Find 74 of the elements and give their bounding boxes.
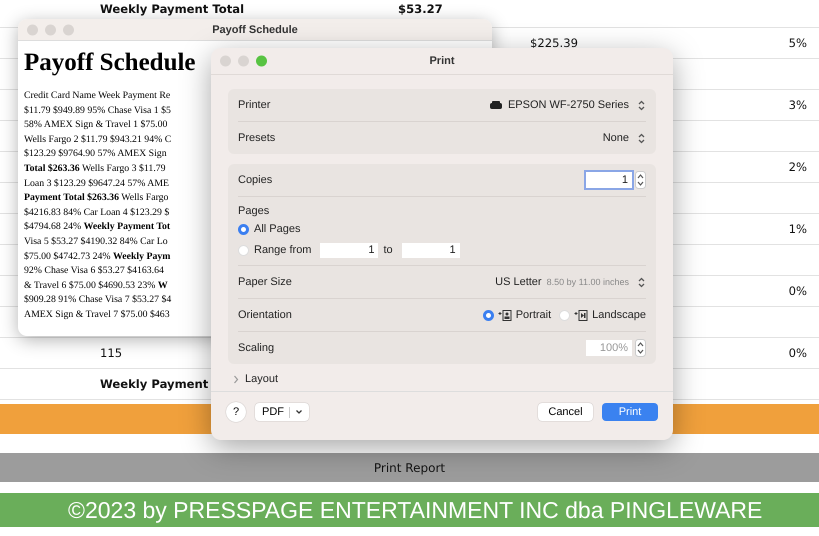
schedule-text-line: Total $263.36 Wells Fargo 3 $11.79 <box>24 162 166 176</box>
stepper-icon[interactable] <box>635 171 646 189</box>
copies-field[interactable]: 1 <box>586 172 632 188</box>
stepper-icon <box>637 276 646 288</box>
copyright-footer: ©2023 by PRESSPAGE ENTERTAINMENT INC dba PINGLEWARE <box>0 493 819 527</box>
print-report-button[interactable]: Print Report <box>0 453 819 482</box>
radio-label[interactable]: Landscape <box>592 309 646 321</box>
radio-label[interactable]: All Pages <box>254 223 300 235</box>
scaling-label: Scaling <box>238 342 274 354</box>
schedule-text-line: $11.79 $949.89 95% Chase Visa 1 $5 <box>24 104 171 118</box>
schedule-text-line: Wells Fargo 2 $11.79 $943.21 94% C <box>24 132 172 147</box>
print-button[interactable]: Print <box>602 403 658 421</box>
schedule-text-line: AMEX Sign & Travel 7 $75.00 $463 <box>24 308 170 322</box>
cancel-button[interactable]: Cancel <box>538 403 593 421</box>
presets-popup[interactable]: None <box>602 132 646 144</box>
radio-button[interactable] <box>482 310 494 320</box>
printer-label: Printer <box>238 99 270 111</box>
range-to-label: to <box>383 244 393 256</box>
help-button[interactable]: ? <box>226 402 246 422</box>
pages-label: Pages <box>238 205 270 217</box>
close-button[interactable] <box>220 56 231 66</box>
chevron-down-icon <box>295 409 303 415</box>
radio-label[interactable]: Portrait <box>516 309 552 321</box>
paper-size-popup[interactable]: US Letter 8.50 by 11.00 inches <box>495 276 646 288</box>
schedule-text-line: Credit Card Name Week Payment Re <box>24 89 170 103</box>
schedule-text-line: Payment Total $263.36 Wells Fargo <box>24 191 168 206</box>
table-cell: Weekly Payment <box>100 377 208 391</box>
landscape-page-icon <box>574 310 588 320</box>
schedule-text-line: & Travel 6 $75.00 $4690.53 23% W <box>24 278 168 293</box>
schedule-text-line: $123.29 $9764.90 57% AMEX Sign <box>24 147 167 162</box>
scaling-field[interactable]: 100% <box>586 340 632 356</box>
table-cell: 115 <box>100 346 122 360</box>
paper-size-label: Paper Size <box>238 276 292 288</box>
range-from-field[interactable]: 1 <box>320 242 378 258</box>
table-cell: 1% <box>788 222 807 236</box>
zoom-button[interactable] <box>256 56 267 66</box>
page-heading: Payoff Schedule <box>24 49 196 77</box>
radio-label[interactable]: Range from <box>254 244 312 256</box>
close-button[interactable] <box>27 24 38 35</box>
schedule-text-line: Visa 5 $53.27 $4190.32 84% Car Lo <box>24 234 168 249</box>
range-to-field[interactable]: 1 <box>402 242 460 258</box>
disclosure-chevron-icon[interactable] <box>233 374 239 384</box>
table-cell: 2% <box>788 160 807 174</box>
stepper-icon <box>637 100 646 110</box>
layout-disclosure[interactable]: Layout <box>245 373 278 385</box>
orientation-label: Orientation <box>238 309 292 321</box>
table-cell: 3% <box>788 98 807 112</box>
schedule-text-line: 92% Chase Visa 6 $53.27 $4163.64 <box>24 264 164 278</box>
minimize-button[interactable] <box>45 24 56 35</box>
table-cell: $53.27 <box>398 2 443 16</box>
stepper-icon[interactable] <box>635 339 646 357</box>
schedule-text-line: $4794.68 24% Weekly Payment Tot <box>24 220 170 234</box>
schedule-text-line: Loan 3 $123.29 $9647.24 57% AME <box>24 176 170 191</box>
schedule-text-line: $4216.83 84% Car Loan 4 $123.29 $ <box>24 206 170 220</box>
printer-icon <box>490 100 502 110</box>
window-title: Print <box>429 55 455 67</box>
table-cell: 0% <box>788 346 807 360</box>
schedule-text-line: 58% AMEX Sign & Travel 1 $75.00 <box>24 118 168 132</box>
table-cell: $225.39 <box>530 36 578 50</box>
presets-label: Presets <box>238 132 276 144</box>
printer-popup[interactable]: EPSON WF-2750 Series <box>490 99 646 111</box>
radio-button[interactable] <box>238 224 249 234</box>
stepper-icon <box>637 132 646 144</box>
portrait-page-icon <box>498 310 512 320</box>
table-cell: 5% <box>788 36 807 50</box>
pdf-menu-button[interactable]: PDF <box>255 403 309 421</box>
schedule-text-line: $909.28 91% Chase Visa 7 $53.27 $4 <box>24 293 172 308</box>
table-cell: 0% <box>788 284 807 298</box>
zoom-button[interactable] <box>63 24 74 35</box>
window-title: Payoff Schedule <box>212 24 298 36</box>
table-cell: Weekly Payment Total <box>100 2 244 16</box>
minimize-button[interactable] <box>238 56 249 66</box>
schedule-text-line: $75.00 $4742.73 24% Weekly Paym <box>24 250 170 264</box>
copies-label: Copies <box>238 174 272 186</box>
